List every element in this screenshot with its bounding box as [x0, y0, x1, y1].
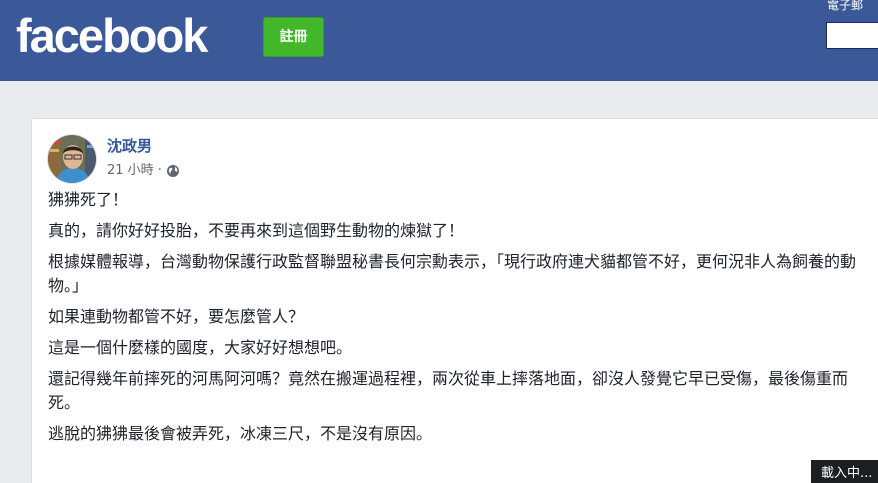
post-paragraph: 真的，請你好好投胎，不要再來到這個野生動物的煉獄了！ — [48, 221, 465, 240]
post-meta: 21 小時 · — [107, 161, 180, 181]
post-paragraph: 逃脫的狒狒最後會被弄死，冰凍三尺，不是沒有原因。 — [48, 424, 433, 443]
post-paragraph: 這是一個什麼樣的國度，大家好好想想吧。 — [48, 338, 353, 357]
email-label: 電子郵 — [827, 0, 864, 12]
top-navigation-bar: facebook 註冊 電子郵 — [0, 0, 878, 81]
post-paragraph: 還記得幾年前摔死的河馬阿河嗎？竟然在搬運過程裡，兩次從車上摔落地面，卻沒人發覺它… — [48, 369, 849, 412]
post-paragraph: 根據媒體報導，台灣動物保護行政監督聯盟秘書長何宗勳表示，「現行政府連犬貓都管不好… — [48, 252, 857, 295]
avatar[interactable] — [47, 134, 97, 184]
post-paragraph: 狒狒死了！ — [48, 190, 129, 209]
email-input[interactable] — [826, 22, 878, 49]
loading-indicator: 載入中... — [811, 460, 878, 483]
post-paragraph: 如果連動物都管不好，要怎麼管人？ — [48, 307, 305, 326]
post-body: 狒狒死了！ 真的，請你好好投胎，不要再來到這個野生動物的煉獄了！ 根據媒體報導，… — [48, 188, 868, 453]
signup-button[interactable]: 註冊 — [263, 17, 324, 57]
post-author-name[interactable]: 沈政男 — [107, 136, 152, 156]
globe-icon[interactable] — [166, 164, 180, 178]
meta-separator: · — [157, 163, 162, 178]
post-timestamp[interactable]: 21 小時 — [107, 161, 154, 181]
facebook-logo[interactable]: facebook — [16, 8, 208, 64]
